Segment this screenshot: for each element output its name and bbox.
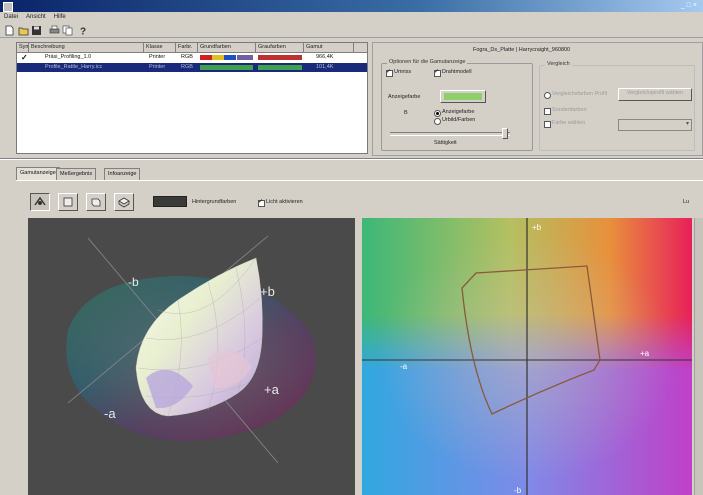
col-colorspace[interactable]: Farbr. bbox=[176, 43, 198, 52]
compare-profile-label: Vergleichsfarben Profil bbox=[552, 91, 608, 97]
radio-original-colors[interactable] bbox=[434, 118, 441, 125]
label-minus-a: -a bbox=[104, 406, 116, 421]
properties-header: Fogra_Ds_Platte | Harrycraight_960800 bbox=[473, 47, 571, 53]
window-title-bar bbox=[0, 0, 703, 12]
help-icon[interactable]: ? bbox=[76, 24, 89, 37]
properties-panel: Fogra_Ds_Platte | Harrycraight_960800 Op… bbox=[372, 42, 703, 156]
wireframe-checkbox[interactable] bbox=[434, 68, 441, 77]
choose-color-label: Farbe wählen bbox=[552, 120, 586, 126]
chevron-down-icon: ▾ bbox=[685, 121, 689, 127]
probe-colors-label: Sondenfarben bbox=[552, 107, 587, 113]
display-color-button[interactable] bbox=[440, 90, 486, 103]
lights-label: Licht aktivieren bbox=[266, 199, 303, 205]
svg-text:?: ? bbox=[80, 27, 86, 37]
label-bottom: -b bbox=[514, 486, 522, 495]
menu-file[interactable]: Datei bbox=[0, 12, 22, 22]
radio-original-colors-label: Urbild/Farben bbox=[442, 117, 476, 123]
row-check[interactable] bbox=[19, 63, 29, 72]
col-gamut[interactable]: Gamut bbox=[304, 43, 354, 52]
row-gamut: 966,4K bbox=[316, 54, 334, 60]
new-icon[interactable] bbox=[3, 24, 16, 37]
outline-label: Umriss bbox=[394, 69, 412, 75]
profile-list-header: Sym. Beschreibung Klasse Farbr. Grundfar… bbox=[17, 43, 367, 53]
radio-display-color[interactable] bbox=[434, 110, 441, 117]
col-primaries[interactable]: Grundfarben bbox=[198, 43, 256, 52]
display-options-group: Optionen für die Gamutanzeige Umriss Dra… bbox=[381, 59, 533, 151]
view-scrollbar[interactable] bbox=[694, 218, 703, 495]
window-controls[interactable]: _ □ × bbox=[681, 1, 697, 11]
rotate-icon[interactable] bbox=[30, 193, 50, 211]
col-class[interactable]: Klasse bbox=[144, 43, 176, 52]
row-name: Präsi_Profiling_1.0 bbox=[45, 54, 92, 60]
background-color-label: Hintergrundfarben bbox=[192, 199, 237, 205]
view-top-icon[interactable] bbox=[114, 193, 134, 211]
swatch-gray-green bbox=[258, 65, 302, 70]
radio-display-color-label: Anzeigefarbe bbox=[442, 109, 475, 115]
print-icon[interactable] bbox=[48, 24, 61, 37]
label-plus-a: +a bbox=[264, 382, 280, 397]
copy-icon[interactable] bbox=[61, 24, 74, 37]
row-check[interactable]: ✓ bbox=[19, 53, 29, 62]
wireframe-label: Drahtmodell bbox=[442, 69, 472, 75]
open-icon[interactable] bbox=[17, 24, 30, 37]
label-minus-b: -b bbox=[128, 275, 139, 289]
table-row[interactable]: Profile_Rattle_Harry.icc Printer RGB 101… bbox=[17, 63, 367, 72]
swatch-blue bbox=[224, 55, 236, 60]
compare-group: Vergleich Vergleichsfarben Profil Vergle… bbox=[539, 61, 695, 151]
swatch-gray-red bbox=[258, 55, 302, 60]
display-options-caption: Optionen für die Gamutanzeige bbox=[387, 59, 468, 65]
tab-gamut[interactable]: Gamutanzeige bbox=[16, 167, 60, 181]
background-color-button[interactable] bbox=[153, 196, 187, 207]
saturation-slider-track[interactable] bbox=[390, 132, 510, 136]
label-plus-b: +b bbox=[260, 284, 275, 299]
lights-checkbox[interactable] bbox=[258, 198, 265, 207]
row-class: Printer bbox=[149, 64, 166, 70]
display-color-label: Anzeigefarbe bbox=[388, 94, 421, 100]
saturation-slider-thumb[interactable] bbox=[502, 128, 508, 139]
table-row[interactable]: ✓ Präsi_Profiling_1.0 Printer RGB 966,4K bbox=[17, 53, 367, 62]
tab-info[interactable]: Infoanzeige bbox=[104, 168, 141, 180]
choose-color-checkbox[interactable] bbox=[544, 121, 551, 128]
row-name: Profile_Rattle_Harry.icc bbox=[45, 64, 103, 70]
save-icon[interactable] bbox=[30, 24, 43, 37]
col-description[interactable]: Beschreibung bbox=[29, 43, 144, 52]
swatch-yellow bbox=[212, 55, 224, 60]
swatch-purple bbox=[237, 55, 253, 60]
row-class: Printer bbox=[149, 54, 166, 60]
splitter[interactable] bbox=[0, 158, 703, 160]
swatch-red bbox=[200, 55, 212, 60]
probe-colors-checkbox[interactable] bbox=[544, 108, 551, 115]
row-space: RGB bbox=[181, 54, 193, 60]
view-side-icon[interactable] bbox=[86, 193, 106, 211]
color-select[interactable]: ▾ bbox=[618, 119, 692, 131]
saturation-label: Sättigkeit bbox=[434, 140, 457, 146]
menu-view[interactable]: Ansicht bbox=[22, 12, 50, 22]
alpha-label: B bbox=[404, 110, 408, 116]
main-toolbar: ? bbox=[0, 22, 703, 38]
menu-bar: Datei Ansicht Hilfe bbox=[0, 12, 703, 22]
row-space: RGB bbox=[181, 64, 193, 70]
label-right: +a bbox=[640, 349, 650, 358]
swatch-green bbox=[200, 65, 253, 70]
app-icon bbox=[3, 2, 13, 12]
row-gamut: 101,4K bbox=[316, 64, 334, 70]
label-left: -a bbox=[400, 362, 408, 371]
menu-help[interactable]: Hilfe bbox=[50, 12, 70, 22]
outline-checkbox[interactable] bbox=[386, 68, 393, 77]
col-symbol[interactable]: Sym. bbox=[17, 43, 29, 52]
zoom-label: Lu bbox=[683, 199, 690, 205]
choose-compare-profile-button[interactable]: Vergleichsprofil wählen bbox=[618, 88, 692, 101]
gamut-3d-view[interactable]: -b +b +a -a bbox=[28, 218, 355, 495]
col-grays[interactable]: Graufarben bbox=[256, 43, 304, 52]
label-top: +b bbox=[532, 223, 542, 232]
profile-list[interactable]: Sym. Beschreibung Klasse Farbr. Grundfar… bbox=[16, 42, 368, 154]
tab-measurement[interactable]: Meßergebnis bbox=[56, 168, 97, 180]
display-color-swatch bbox=[444, 93, 482, 100]
compare-caption: Vergleich bbox=[545, 61, 572, 67]
view-front-icon[interactable] bbox=[58, 193, 78, 211]
gamut-2d-plane[interactable]: +b +a -a -b bbox=[362, 218, 692, 495]
compare-profile-radio[interactable] bbox=[544, 92, 551, 99]
